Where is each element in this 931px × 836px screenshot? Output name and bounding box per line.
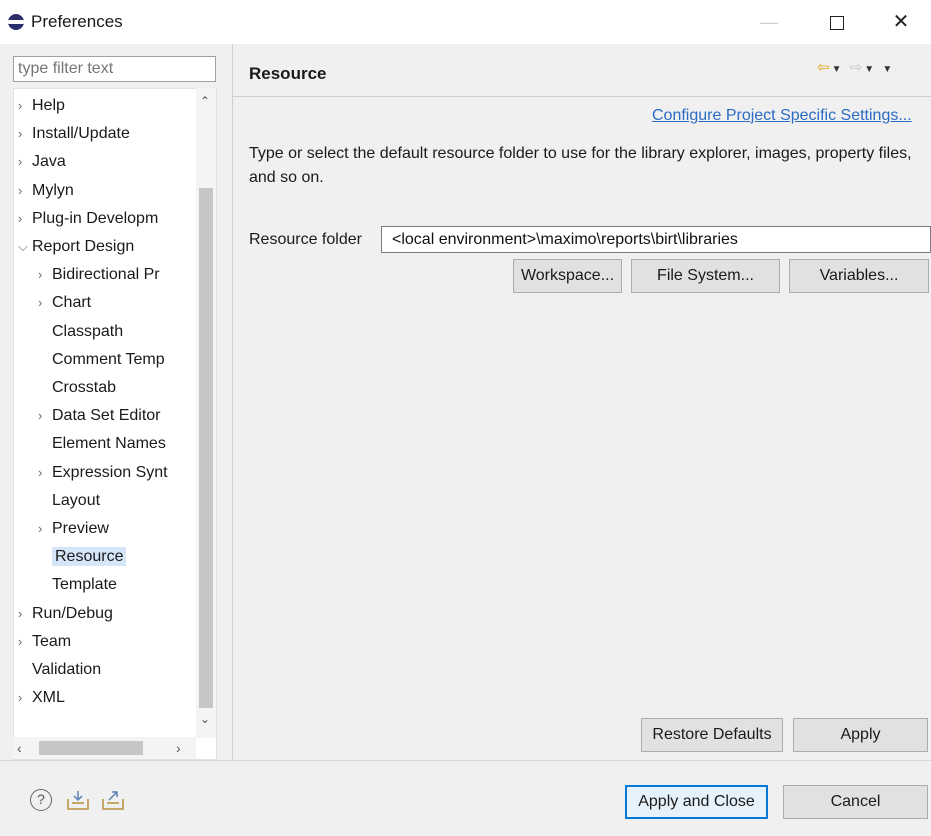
forward-dropdown-icon[interactable]: ▼ [864, 64, 876, 75]
maximize-icon [830, 16, 844, 30]
help-icon[interactable]: ? [30, 789, 52, 811]
page-navigation: ⇦▼ ⇨▼ ▼ [817, 58, 894, 76]
page-description: Type or select the default resource fold… [249, 145, 912, 186]
scroll-up-icon[interactable]: ⌃ [200, 94, 210, 108]
restore-defaults-button[interactable]: Restore Defaults [641, 718, 783, 752]
panel-splitter[interactable] [232, 44, 233, 760]
chevron-right-icon[interactable]: › [18, 121, 32, 147]
tree-item[interactable]: Comment Temp [38, 347, 165, 373]
chevron-right-icon[interactable]: › [18, 149, 32, 175]
scroll-thumb-horizontal[interactable] [39, 741, 143, 755]
tree-item-label: Preview [52, 520, 109, 537]
title-divider [233, 96, 931, 97]
tree-item[interactable]: Validation [18, 657, 101, 683]
chevron-right-icon[interactable]: › [18, 629, 32, 655]
tree-item[interactable]: › Chart [38, 290, 91, 316]
tree-item[interactable]: Template [38, 572, 117, 598]
tree-item-label: Report Design [32, 238, 135, 255]
chevron-right-icon[interactable]: › [18, 178, 32, 204]
workspace-button[interactable]: Workspace... [513, 259, 622, 293]
tree-item-label: Crosstab [52, 379, 117, 396]
scroll-thumb[interactable] [199, 188, 213, 708]
tree-item[interactable]: › Help [18, 93, 65, 119]
tree-item-label: XML [32, 689, 65, 707]
resource-folder-input[interactable] [381, 226, 931, 253]
back-arrow-icon[interactable]: ⇦ [817, 59, 832, 76]
apply-and-close-button[interactable]: Apply and Close [625, 785, 768, 819]
tree-item-label: Help [32, 97, 65, 114]
scroll-left-icon[interactable]: ‹ [17, 740, 22, 756]
page-title: Resource [249, 64, 327, 83]
tree-item-label: Layout [52, 491, 101, 509]
tree-item-label: Classpath [52, 322, 124, 340]
cancel-button[interactable]: Cancel [783, 785, 928, 819]
tree-item[interactable]: › Preview [38, 516, 109, 542]
chevron-right-icon[interactable]: › [38, 262, 52, 288]
tree-item[interactable]: › Run/Debug [18, 601, 113, 627]
title-bar: Preferences — ✕ [0, 0, 931, 44]
tree-item[interactable]: › Data Set Editor [38, 403, 161, 429]
chevron-right-icon[interactable]: › [18, 206, 32, 232]
tree-item-label: Install/Update [32, 125, 130, 143]
view-menu-icon[interactable]: ▼ [882, 64, 894, 75]
chevron-down-icon[interactable]: ⌵ [18, 234, 32, 260]
tree-item[interactable]: › Expression Synt [38, 460, 168, 486]
chevron-right-icon[interactable]: › [38, 516, 52, 542]
tree-item[interactable]: Crosstab [38, 375, 116, 401]
tree-item-label: Java [32, 153, 66, 171]
tree-item[interactable]: › Plug-in Developm [18, 206, 158, 232]
tree-horizontal-scrollbar[interactable]: ‹ › [13, 737, 196, 759]
tree-item-label: Plug-in Developm [32, 209, 159, 227]
tree-item-label: Team [32, 632, 72, 650]
tree-item[interactable]: › Mylyn [18, 178, 74, 204]
tree-item-label: Run/Debug [32, 604, 113, 622]
scroll-down-icon[interactable]: ⌄ [200, 712, 210, 726]
tree-item-label: Element Names [52, 435, 166, 453]
tree-item-label: Chart [52, 294, 92, 312]
tree-item-label: Validation [32, 661, 102, 678]
chevron-right-icon[interactable]: › [18, 685, 32, 711]
tree-item[interactable]: ⌵ Report Design [18, 234, 134, 260]
tree-vertical-scrollbar[interactable]: ⌃ ⌄ [196, 88, 216, 738]
window-title: Preferences [31, 12, 123, 31]
tree-item[interactable]: › Bidirectional Pr [38, 262, 160, 288]
forward-arrow-icon[interactable]: ⇨ [850, 59, 865, 76]
filter-input[interactable] [13, 56, 216, 82]
minimize-button[interactable]: — [746, 8, 792, 38]
tree-item[interactable]: › Install/Update [18, 121, 130, 147]
chevron-right-icon[interactable]: › [38, 460, 52, 486]
eclipse-icon [8, 14, 24, 30]
tree-item[interactable]: › XML [18, 685, 65, 711]
chevron-right-icon[interactable]: › [18, 93, 32, 119]
file-system-button[interactable]: File System... [631, 259, 780, 293]
scroll-right-icon[interactable]: › [176, 740, 181, 756]
tree-item-label: Template [52, 576, 117, 594]
tree-item-label: Expression Synt [52, 463, 168, 481]
export-icon[interactable] [101, 789, 125, 811]
tree-item[interactable]: › Java [18, 149, 66, 175]
tree-item-label: Data Set Editor [52, 407, 161, 425]
back-dropdown-icon[interactable]: ▼ [832, 64, 844, 75]
tree-item[interactable]: Resource [38, 544, 127, 570]
tree-item[interactable]: Layout [38, 488, 100, 514]
chevron-right-icon[interactable]: › [18, 601, 32, 627]
resource-folder-label: Resource folder [249, 231, 362, 248]
variables-button[interactable]: Variables... [789, 259, 929, 293]
chevron-right-icon[interactable]: › [38, 403, 52, 429]
tree-item-label: Mylyn [32, 181, 74, 199]
tree-item[interactable]: Classpath [38, 319, 123, 345]
footer-divider [0, 760, 931, 761]
tree-item[interactable]: Element Names [38, 431, 166, 457]
preference-tree: › Help › Install/Update › Java › Mylyn › Plug-in … [13, 88, 217, 760]
tree-item-label: Resource [52, 547, 127, 567]
import-icon[interactable] [66, 789, 90, 811]
chevron-right-icon[interactable]: › [38, 290, 52, 316]
tree-item[interactable]: › Team [18, 629, 71, 655]
tree-item-label: Bidirectional Pr [52, 266, 160, 284]
tree-item-label: Comment Temp [52, 350, 165, 368]
maximize-button[interactable] [814, 8, 860, 38]
configure-project-settings-link[interactable]: Configure Project Specific Settings... [652, 107, 912, 125]
close-button[interactable]: ✕ [878, 8, 924, 38]
apply-button[interactable]: Apply [793, 718, 928, 752]
